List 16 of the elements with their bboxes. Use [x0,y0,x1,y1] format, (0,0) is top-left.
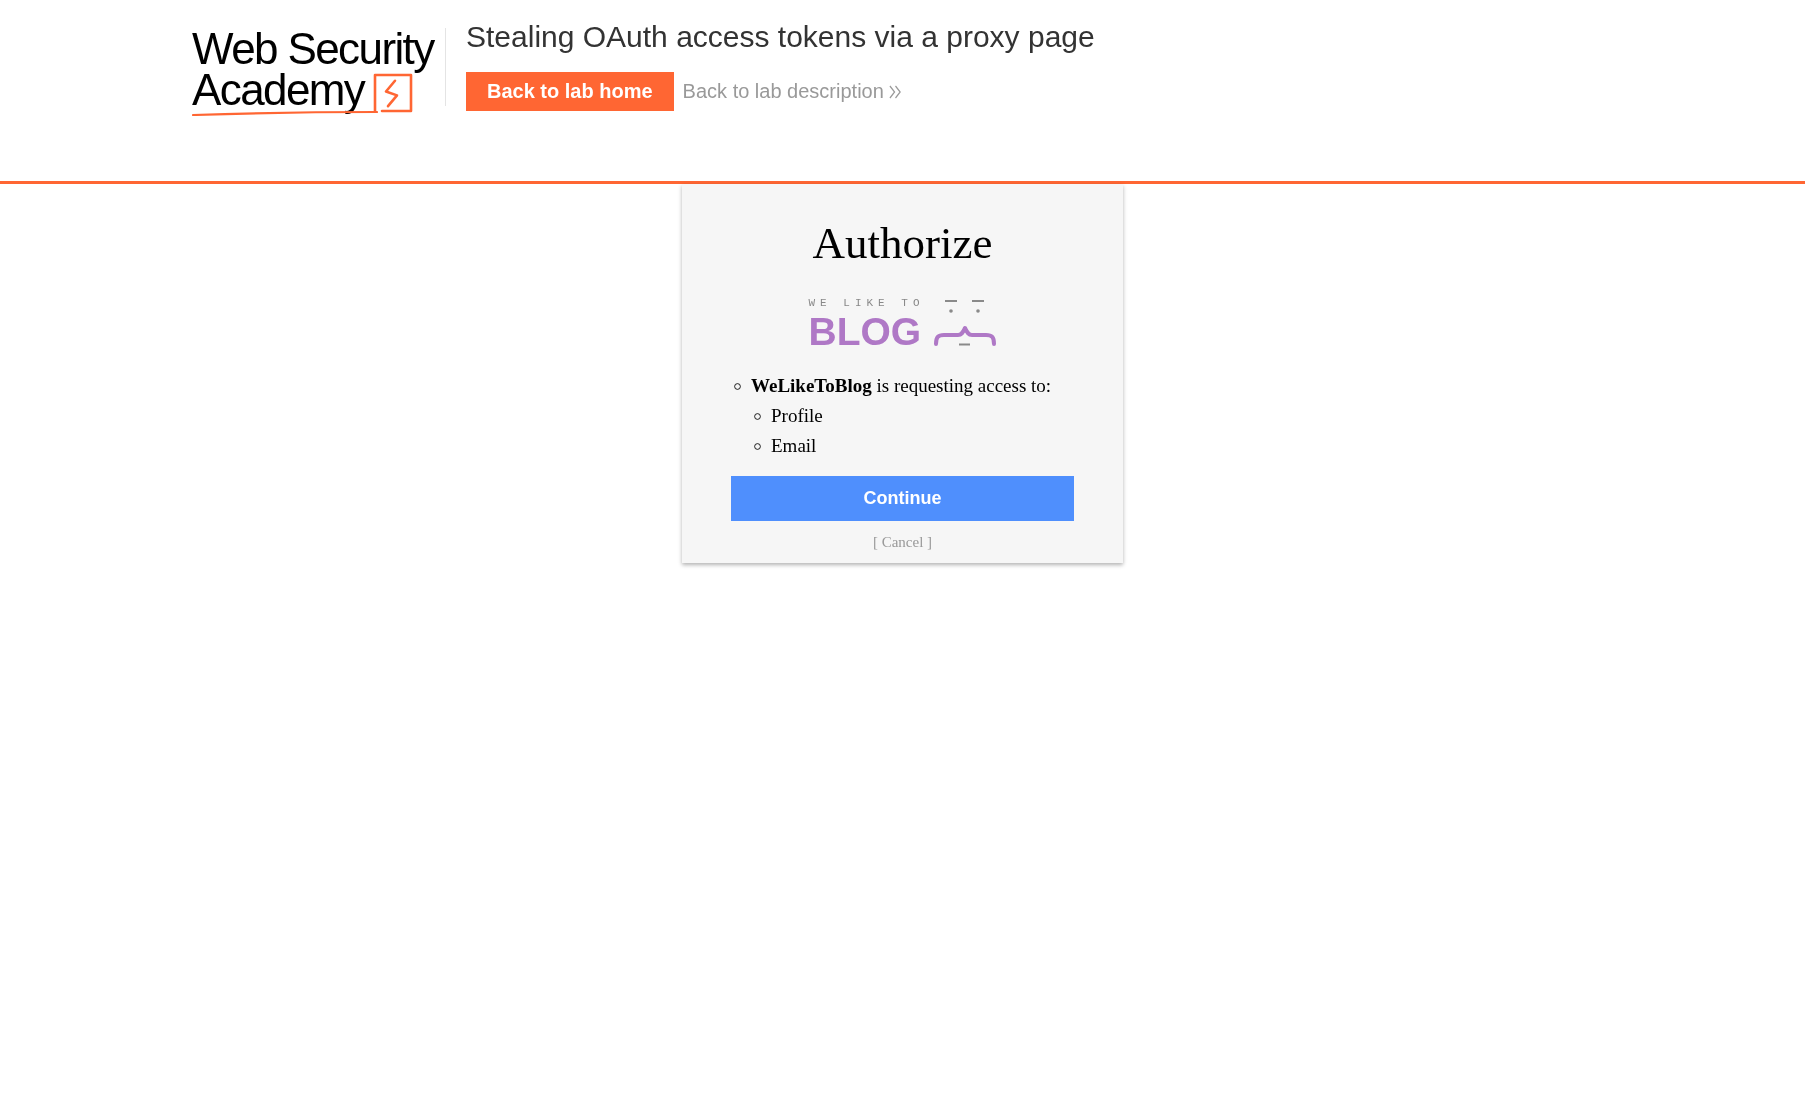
bullet-icon [754,442,761,450]
bullet-icon [734,382,741,390]
double-chevron-icon [888,84,902,99]
bullet-icon [754,412,761,420]
scope-label: Email [771,434,817,458]
back-to-lab-description-link[interactable]: Back to lab description [682,80,902,103]
face-icon [932,299,997,346]
lab-title: Stealing OAuth access tokens via a proxy page [466,19,1095,55]
logo-wordmark: BLOG [808,313,922,350]
continue-button[interactable]: Continue [731,476,1074,521]
request-text: WeLikeToBlog is requesting access to: [751,374,1052,398]
back-to-lab-home-button[interactable]: Back to lab home [466,72,674,111]
logo-tagline: WE LIKE TO [808,297,925,309]
authorize-heading: Authorize [811,217,994,269]
cancel-link[interactable]: [ Cancel ] [872,534,933,551]
scope-label: Profile [771,404,823,428]
